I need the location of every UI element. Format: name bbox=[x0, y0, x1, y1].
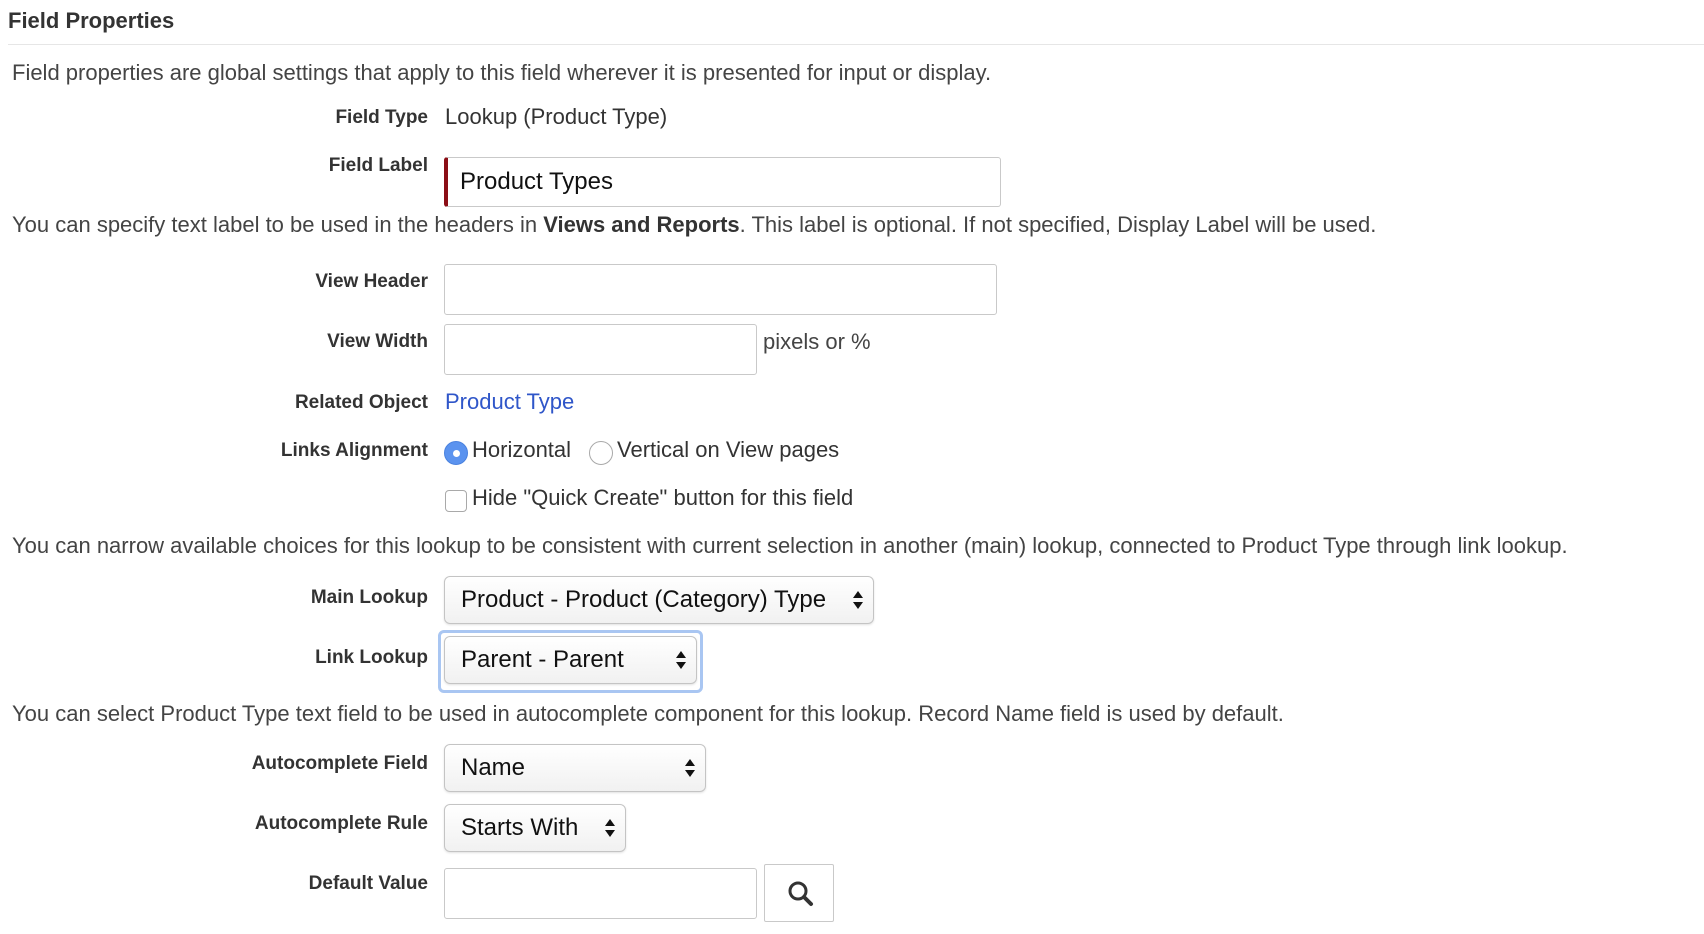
main-lookup-select[interactable]: Product - Product (Category) Type bbox=[444, 576, 874, 624]
links-alignment-label: Links Alignment bbox=[280, 440, 428, 461]
radio-vertical-label[interactable]: Vertical on View pages bbox=[617, 437, 839, 463]
up-down-arrows-icon bbox=[676, 651, 686, 669]
hide-quick-create-label[interactable]: Hide "Quick Create" button for this fiel… bbox=[472, 485, 853, 511]
views-description: You can specify text label to be used in… bbox=[12, 212, 1377, 237]
field-label-input[interactable] bbox=[444, 157, 1001, 207]
related-object-label: Related Object bbox=[294, 392, 428, 413]
default-value-search-button[interactable] bbox=[764, 864, 834, 922]
related-object-link[interactable]: Product Type bbox=[445, 389, 574, 415]
view-header-input[interactable] bbox=[444, 264, 997, 315]
up-down-arrows-icon bbox=[605, 819, 615, 837]
link-lookup-value: Parent - Parent bbox=[461, 646, 624, 673]
link-lookup-label: Link Lookup bbox=[315, 647, 428, 668]
autocomplete-field-select[interactable]: Name bbox=[444, 744, 706, 792]
up-down-arrows-icon bbox=[685, 759, 695, 777]
autocomplete-rule-label: Autocomplete Rule bbox=[254, 813, 428, 834]
field-label-label: Field Label bbox=[328, 155, 428, 176]
default-value-label: Default Value bbox=[308, 873, 428, 894]
narrow-description: You can narrow available choices for thi… bbox=[12, 533, 1568, 558]
hide-quick-create-checkbox[interactable] bbox=[445, 490, 467, 512]
field-type-value: Lookup (Product Type) bbox=[445, 104, 668, 129]
autocomplete-field-value: Name bbox=[461, 754, 526, 781]
default-value-input[interactable] bbox=[444, 868, 757, 919]
autocomplete-rule-select[interactable]: Starts With bbox=[444, 804, 626, 852]
up-down-arrows-icon bbox=[853, 591, 863, 609]
autocomplete-field-label: Autocomplete Field bbox=[251, 753, 428, 774]
main-lookup-value: Product - Product (Category) Type bbox=[461, 586, 827, 613]
autocomplete-rule-value: Starts With bbox=[461, 814, 579, 841]
radio-vertical[interactable] bbox=[589, 441, 613, 465]
title-divider bbox=[8, 44, 1704, 45]
view-header-label: View Header bbox=[315, 271, 428, 292]
radio-horizontal[interactable] bbox=[444, 441, 468, 465]
view-width-input[interactable] bbox=[444, 324, 757, 375]
link-lookup-select[interactable]: Parent - Parent bbox=[444, 636, 697, 684]
view-width-label: View Width bbox=[327, 331, 428, 352]
autocomplete-description: You can select Product Type text field t… bbox=[12, 701, 1284, 726]
search-icon bbox=[788, 881, 813, 906]
field-type-label: Field Type bbox=[335, 107, 428, 128]
view-width-suffix: pixels or % bbox=[763, 329, 871, 354]
radio-horizontal-label[interactable]: Horizontal bbox=[472, 437, 571, 463]
intro-text: Field properties are global settings tha… bbox=[12, 60, 992, 85]
main-lookup-label: Main Lookup bbox=[310, 587, 428, 608]
section-title: Field Properties bbox=[8, 8, 175, 33]
